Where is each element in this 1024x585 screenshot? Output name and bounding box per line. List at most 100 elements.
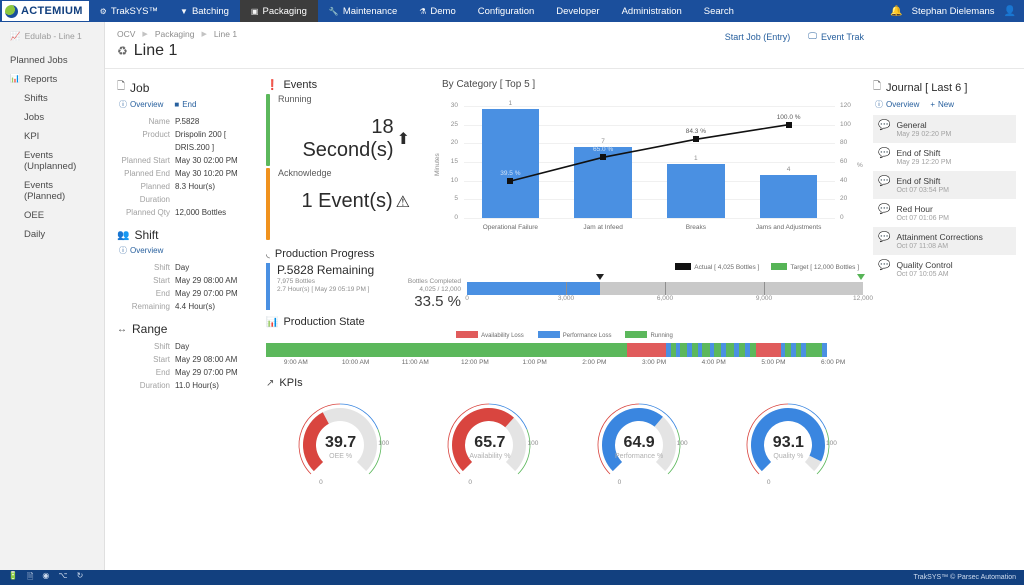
clipboard-icon: 🗋 [117, 79, 125, 96]
nav-item-batching[interactable]: ▼Batching [169, 0, 240, 22]
sidebar-item-jobs[interactable]: Jobs [0, 108, 104, 127]
sidebar-item-kpi[interactable]: KPI [0, 127, 104, 146]
shift-heading: 👥 Shift [117, 228, 254, 242]
state-segment[interactable] [726, 343, 734, 357]
cumulative-point[interactable] [786, 122, 792, 128]
nav-item-demo[interactable]: ⚗Demo [408, 0, 467, 22]
journal-entry[interactable]: 💬Attainment CorrectionsOct 07 11:08 AM [873, 227, 1016, 255]
field-row: NameP.5828 [117, 115, 254, 128]
state-axis-tick: 4:00 PM [698, 359, 730, 366]
nav-item-traksys[interactable]: ⚙TrakSYS™ [89, 0, 169, 22]
sidebar-item-events-unplanned[interactable]: Events (Unplanned) [0, 146, 104, 176]
nav-item-label: TrakSYS™ [111, 6, 158, 17]
kpi-gauge[interactable]: 64.9Performance %1000 [582, 393, 697, 498]
sidebar-item-reports[interactable]: 📊Reports [0, 70, 104, 89]
range-fields: ShiftDayStartMay 29 08:00 AMEndMay 29 07… [117, 340, 254, 392]
state-segment[interactable] [627, 343, 666, 357]
journal-entry[interactable]: 💬GeneralMay 29 02:20 PM [873, 115, 1016, 143]
field-value: May 29 07:00 PM [175, 366, 238, 379]
breadcrumb-separator: ▶ [202, 30, 207, 38]
field-key: Start [117, 274, 175, 287]
user-name[interactable]: Stephan Dielemans [912, 6, 995, 17]
nav-item-label: Batching [192, 6, 229, 17]
state-segment[interactable] [266, 343, 627, 357]
cumulative-point[interactable] [693, 136, 699, 142]
journal-entry-date: Oct 07 03:54 PM [896, 187, 949, 194]
action-start-job-entry[interactable]: Start Job (Entry) [725, 31, 791, 42]
note-icon[interactable]: 🗎 [27, 571, 33, 585]
sidebar-item-label: Reports [24, 74, 57, 85]
journal-entry[interactable]: 💬Red HourOct 07 01:06 PM [873, 199, 1016, 227]
bar-chart-icon: 📊 [266, 317, 278, 328]
journal-entry[interactable]: 💬End of ShiftOct 07 03:54 PM [873, 171, 1016, 199]
link-new[interactable]: +New [930, 99, 954, 110]
progress-heading: ◟ Production Progress [266, 248, 863, 260]
pareto-chart[interactable]: 051015202530020406080100120Minutes%17143… [422, 92, 863, 242]
progress-percent: 33.5 % [277, 293, 461, 310]
state-segment[interactable] [822, 343, 827, 357]
sidebar-item-events-planned[interactable]: Events (Planned) [0, 176, 104, 206]
job-fields: NameP.5828ProductDrispolin 200 [ DRIS.20… [117, 115, 254, 219]
clipboard-icon: 🗋 [873, 79, 881, 96]
state-axis-tick: 5:00 PM [757, 359, 789, 366]
nav-item-developer[interactable]: Developer [545, 0, 610, 22]
progress-remaining-row: 7,975 Bottles Bottles Completed [277, 278, 461, 285]
journal-entry[interactable]: 💬Quality ControlOct 07 10:05 AM [873, 255, 1016, 283]
nav-item-administration[interactable]: Administration [611, 0, 693, 22]
sidebar-item-shifts[interactable]: Shifts [0, 89, 104, 108]
legend-label: Performance Loss [563, 333, 612, 339]
breadcrumb-item[interactable]: Packaging [155, 29, 195, 39]
state-segment[interactable] [806, 343, 823, 357]
field-row: ShiftDay [117, 340, 254, 353]
job-panel: 🗋 Job ⓘOverview■End NameP.5828ProductDri… [117, 79, 254, 219]
link-overview[interactable]: ⓘOverview [119, 245, 163, 256]
progress-heading-label: Production Progress [275, 248, 375, 260]
kpi-gauge[interactable]: 39.7OEE %1000 [283, 393, 398, 498]
journal-entry-body: Quality ControlOct 07 10:05 AM [896, 260, 952, 278]
journal-entry-body: Red HourOct 07 01:06 PM [896, 204, 949, 222]
kpi-gauge[interactable]: 93.1Quality %1000 [731, 393, 846, 498]
journal-entry[interactable]: 💬End of ShiftMay 29 12:20 PM [873, 143, 1016, 171]
refresh-icon[interactable]: ↻ [77, 571, 84, 585]
state-segment[interactable] [739, 343, 746, 357]
state-axis: 9:00 AM10:00 AM11:00 AM12:00 PM1:00 PM2:… [266, 359, 863, 373]
nav-item-search[interactable]: Search [693, 0, 745, 22]
flask-icon: ⚗ [419, 7, 426, 16]
field-value: May 29 08:00 AM [175, 353, 237, 366]
state-segment[interactable] [680, 343, 688, 357]
breadcrumb-item[interactable]: Line 1 [214, 29, 237, 39]
event-card[interactable]: Running18 Second(s)⬆ [266, 94, 416, 166]
nav-item-maintenance[interactable]: 🔧Maintenance [318, 0, 408, 22]
progress-legend-item: Actual [ 4,025 Bottles ] [675, 263, 759, 271]
link-overview[interactable]: ⓘOverview [119, 99, 163, 110]
cumulative-point[interactable] [600, 154, 606, 160]
gauge-caption: OEE % [283, 453, 398, 460]
eye-icon[interactable]: ◉ [42, 571, 49, 585]
progress-time-row: 2.7 Hour(s) [ May 29 05:19 PM ] 4,025 / … [277, 286, 461, 293]
nav-item-configuration[interactable]: Configuration [467, 0, 546, 22]
kpi-gauge[interactable]: 65.7Availability %1000 [432, 393, 547, 498]
nav-item-packaging[interactable]: ▣Packaging [240, 0, 318, 22]
state-timeline[interactable] [266, 343, 863, 357]
notification-bell-icon[interactable]: 🔔 [890, 6, 902, 17]
journal-entry-body: End of ShiftMay 29 12:20 PM [896, 148, 951, 166]
status-bar-icons: 🔋 🗎 ◉ ⌥ ↻ [8, 571, 83, 585]
breadcrumb-item[interactable]: OCV [117, 29, 135, 39]
gauge-max-label: 100 [677, 440, 688, 447]
terminal-icon[interactable]: ⌥ [58, 571, 67, 585]
sidebar-item-daily[interactable]: Daily [0, 225, 104, 244]
user-icon[interactable]: 👤 [1004, 6, 1016, 17]
sidebar-item-oee[interactable]: OEE [0, 206, 104, 225]
sidebar-item-planned-jobs[interactable]: Planned Jobs [0, 51, 104, 70]
action-event-trak[interactable]: 🖵Event Trak [808, 31, 864, 42]
nav-items: ⚙TrakSYS™▼Batching▣Packaging🔧Maintenance… [89, 0, 745, 22]
battery-icon[interactable]: 🔋 [8, 571, 18, 585]
field-key: Shift [117, 261, 175, 274]
link-overview[interactable]: ⓘOverview [875, 99, 919, 110]
cumulative-point[interactable] [507, 178, 513, 184]
state-segment[interactable] [702, 343, 709, 357]
state-segment[interactable] [756, 343, 780, 357]
link-end[interactable]: ■End [174, 99, 196, 110]
event-card[interactable]: Acknowledge1 Event(s)⚠ [266, 168, 416, 240]
brand-logo[interactable]: ACTEMIUM [2, 1, 89, 21]
